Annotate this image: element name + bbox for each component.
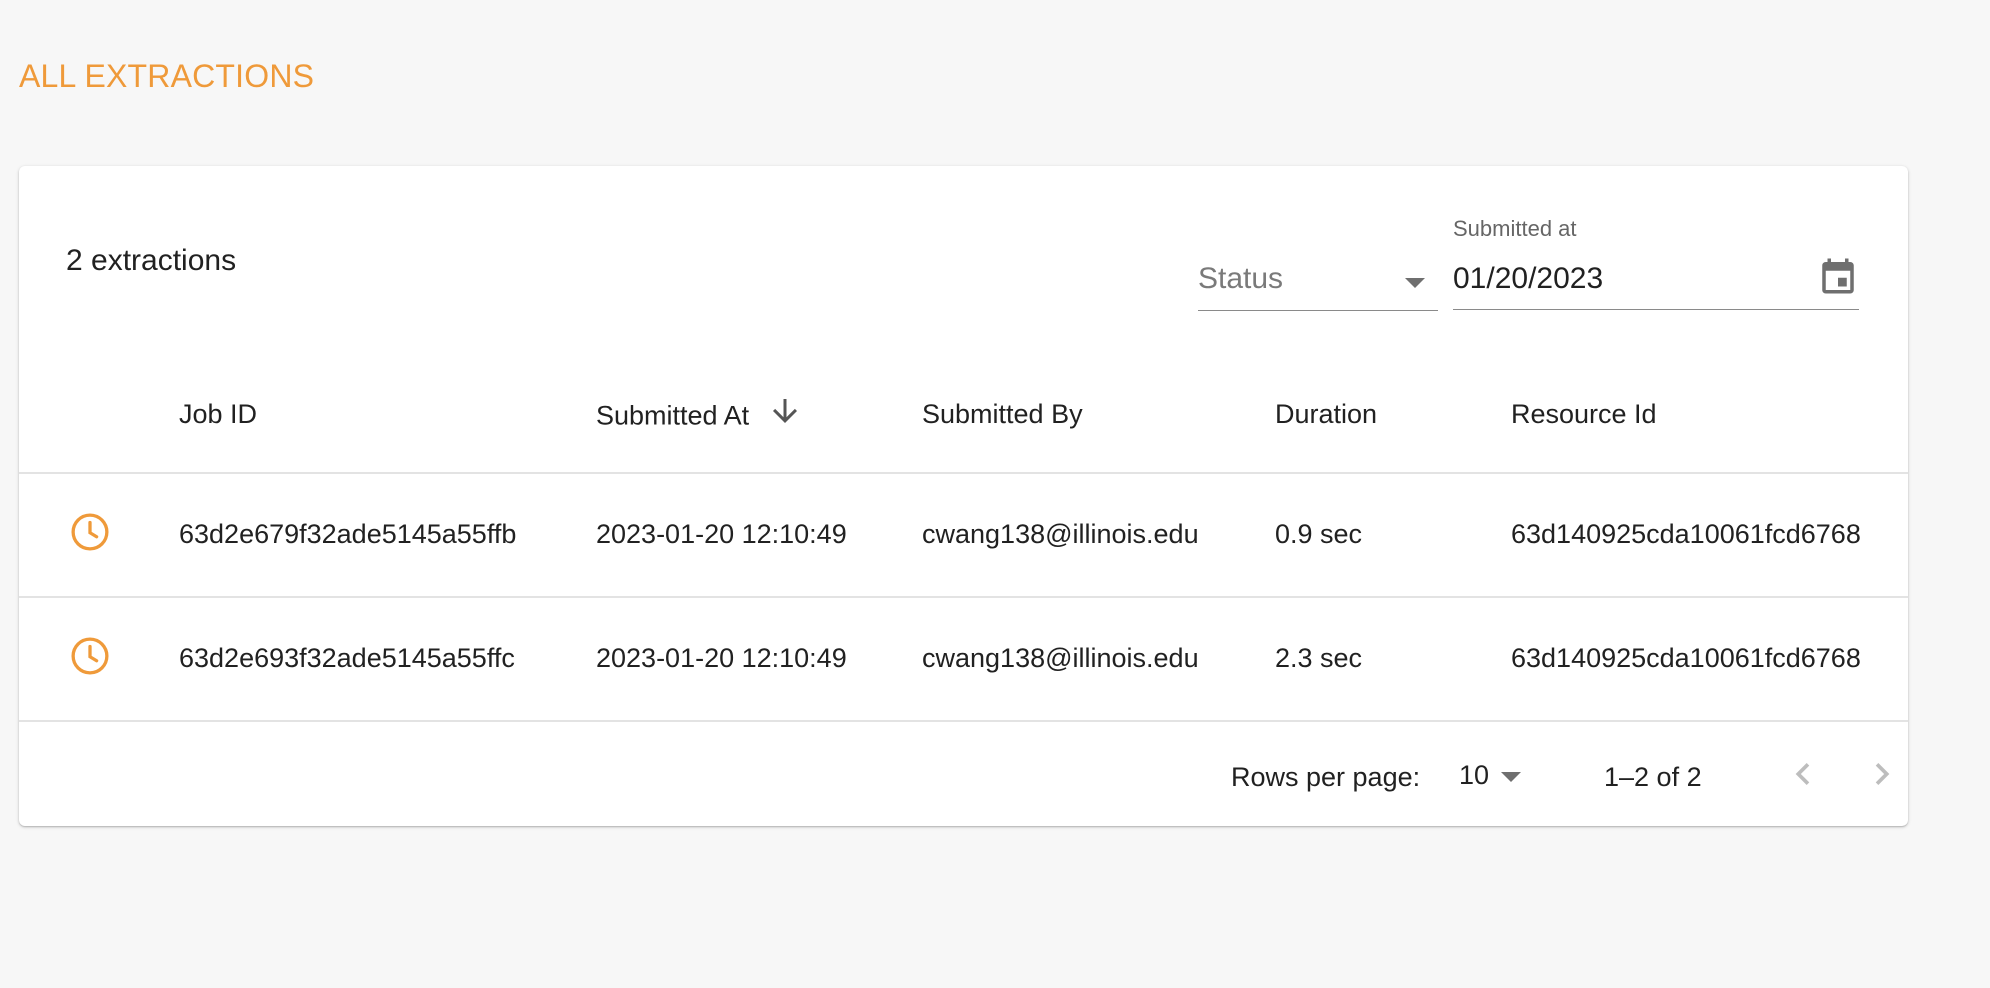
rows-per-page-select[interactable]: 10: [1459, 756, 1529, 796]
status-filter-select[interactable]: Status: [1198, 254, 1438, 311]
next-page-button[interactable]: [1860, 752, 1904, 796]
column-header-resource-id: Resource Id: [1511, 399, 1657, 429]
page-title: ALL EXTRACTIONS: [19, 58, 315, 94]
chevron-down-icon: [1405, 278, 1425, 288]
previous-page-button[interactable]: [1781, 752, 1825, 796]
submitted-by-cell: cwang138@illinois.edu: [922, 643, 1199, 673]
status-filter-placeholder: Status: [1198, 262, 1284, 295]
job-id-cell: 63d2e693f32ade5145a55ffc: [179, 643, 515, 673]
job-id-cell: 63d2e679f32ade5145a55ffb: [179, 519, 517, 549]
date-filter-input[interactable]: 01/20/2023: [1453, 254, 1859, 310]
column-header-submitted-by: Submitted By: [922, 399, 1083, 429]
extractions-card: 2 extractions Status Submitted at 01/20/…: [19, 166, 1908, 826]
duration-cell: 0.9 sec: [1275, 519, 1363, 549]
extractions-count: 2 extractions: [66, 244, 237, 277]
column-header-duration: Duration: [1275, 399, 1378, 429]
arrow-down-icon[interactable]: [767, 393, 803, 436]
calendar-icon[interactable]: [1817, 254, 1859, 298]
clock-icon: [68, 510, 112, 554]
pagination-range: 1–2 of 2: [1604, 762, 1702, 792]
chevron-down-icon: [1501, 772, 1521, 782]
resource-id-cell: 63d140925cda10061fcd6768: [1511, 643, 1861, 673]
submitted-at-cell: 2023-01-20 12:10:49: [596, 519, 847, 549]
resource-id-cell: 63d140925cda10061fcd6768: [1511, 519, 1861, 549]
submitted-at-date-filter: Submitted at 01/20/2023: [1453, 216, 1859, 310]
table-row[interactable]: 63d2e679f32ade5145a55ffb 2023-01-20 12:1…: [19, 474, 1908, 598]
clock-icon: [68, 634, 112, 678]
submitted-at-cell: 2023-01-20 12:10:49: [596, 643, 847, 673]
rows-per-page-value: 10: [1459, 760, 1490, 790]
column-header-job-id: Job ID: [179, 399, 258, 429]
chevron-right-icon: [1875, 763, 1890, 785]
submitted-by-cell: cwang138@illinois.edu: [922, 519, 1199, 549]
column-header-submitted-at[interactable]: Submitted At: [596, 399, 803, 436]
table-row[interactable]: 63d2e693f32ade5145a55ffc 2023-01-20 12:1…: [19, 598, 1908, 722]
column-header-submitted-at-label: Submitted At: [596, 400, 750, 431]
pagination: Rows per page: 10 1–2 of 2: [19, 718, 1908, 826]
date-filter-label: Submitted at: [1453, 216, 1577, 241]
rows-per-page-label: Rows per page:: [1231, 762, 1421, 792]
chevron-left-icon: [1795, 763, 1810, 785]
date-filter-value: 01/20/2023: [1453, 262, 1604, 295]
duration-cell: 2.3 sec: [1275, 643, 1363, 673]
